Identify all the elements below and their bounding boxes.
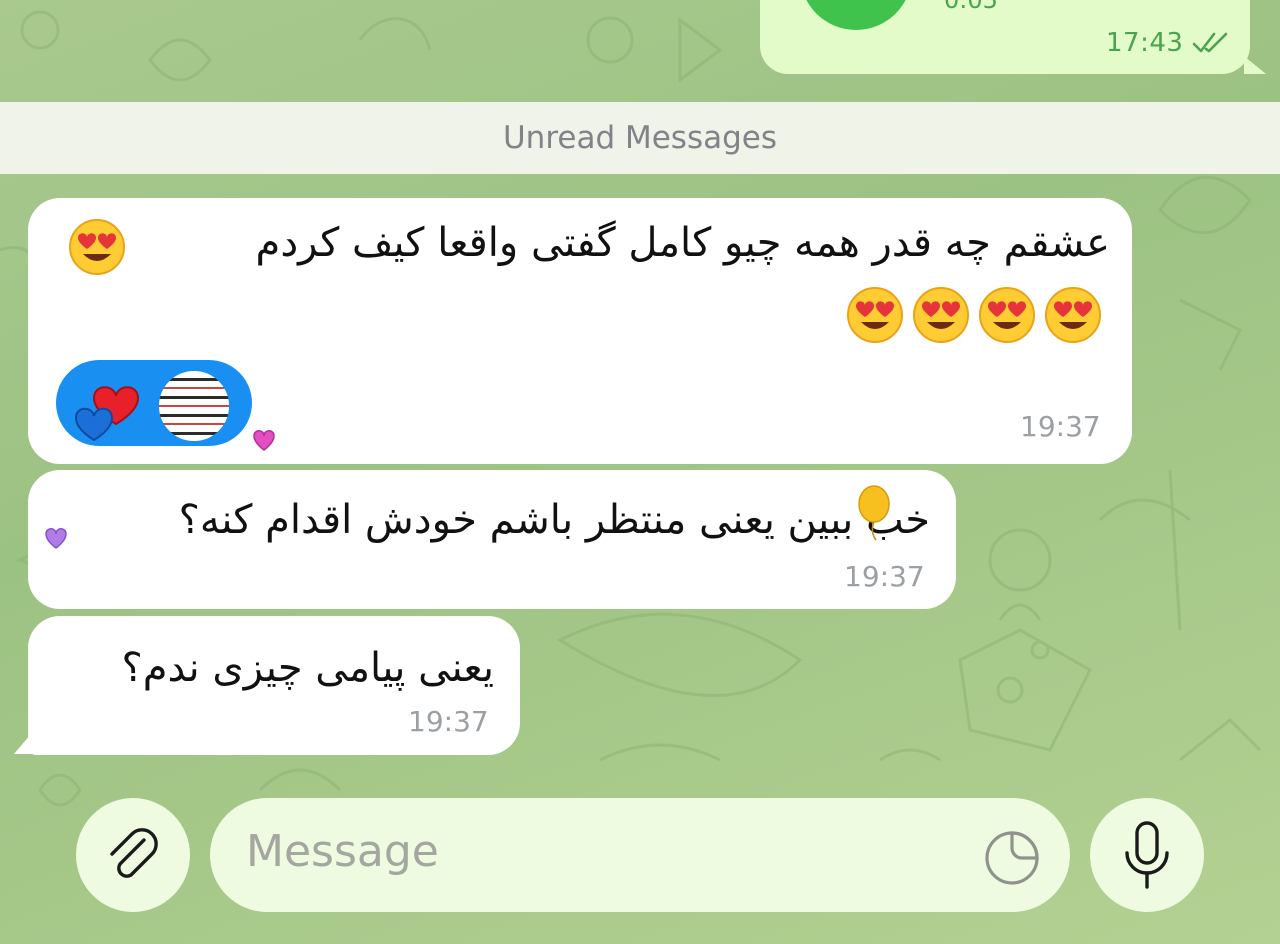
sticker-icon[interactable] — [982, 828, 1042, 888]
avatar[interactable] — [156, 368, 232, 444]
double-check-icon — [1192, 32, 1232, 60]
balloon-emoji — [858, 485, 890, 541]
outgoing-bubble-tail — [1244, 56, 1266, 74]
heart-eyes-emoji — [913, 287, 969, 343]
heart-emoji — [74, 386, 140, 442]
message-time: 19:37 — [408, 705, 489, 738]
small-heart-icon — [253, 430, 275, 451]
attach-button[interactable] — [76, 798, 190, 912]
heart-eyes-emoji — [979, 287, 1035, 343]
incoming-bubble-tail — [14, 728, 36, 754]
outgoing-message-time: 17:43 — [1106, 28, 1184, 58]
small-heart-icon — [45, 528, 67, 549]
microphone-button[interactable] — [1090, 798, 1204, 912]
microphone-icon — [1125, 821, 1169, 889]
message-time: 19:37 — [1020, 410, 1101, 443]
voice-duration: 0:05 — [944, 0, 998, 14]
message-text: عشقم چه قدر همه چیو کامل گفتی واقعا کیف … — [255, 220, 1110, 266]
paperclip-icon — [110, 828, 158, 878]
message-input-placeholder: Message — [246, 826, 439, 877]
message-time: 19:37 — [844, 560, 925, 593]
heart-eyes-emoji — [1045, 287, 1101, 343]
message-text: خب ببین یعنی منتظر باشم خودش اقدام کنه؟ — [178, 497, 930, 543]
unread-messages-divider: Unread Messages — [0, 102, 1280, 174]
heart-eyes-emoji — [69, 219, 125, 275]
message-text: یعنی پیامی چیزی ندم؟ — [121, 645, 494, 691]
heart-eyes-emoji — [847, 287, 903, 343]
